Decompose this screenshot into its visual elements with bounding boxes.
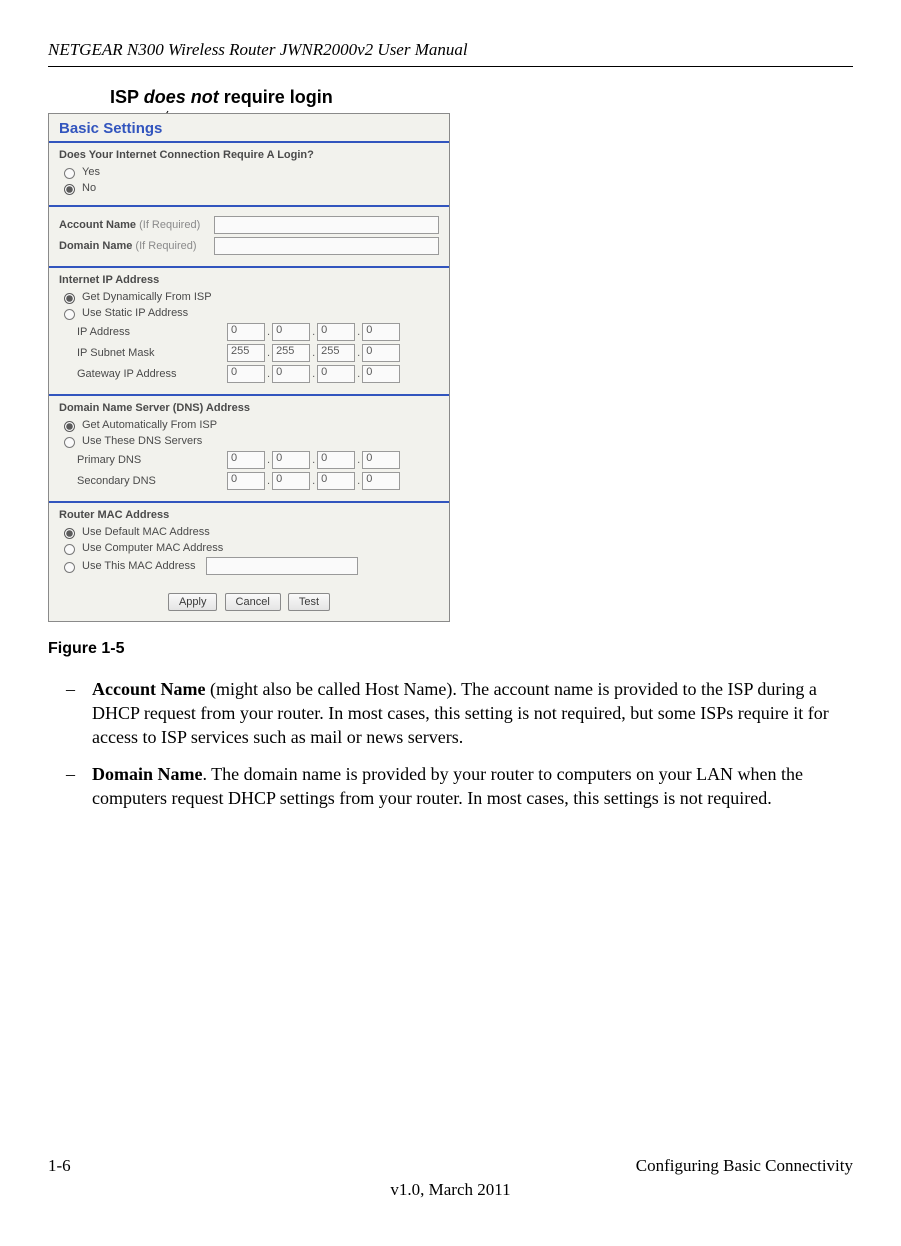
dns-secondary-row: Secondary DNS 0. 0. 0. 0 xyxy=(77,472,439,490)
dns-p-oct1[interactable]: 0 xyxy=(227,451,265,469)
running-header: NETGEAR N300 Wireless Router JWNR2000v2 … xyxy=(48,40,853,67)
radio-mac-computer-row[interactable]: Use Computer MAC Address xyxy=(59,541,439,555)
ip-address-label: IP Address xyxy=(77,326,227,338)
radio-ip-static-row[interactable]: Use Static IP Address xyxy=(59,306,439,320)
radio-ip-static-label: Use Static IP Address xyxy=(82,307,188,319)
account-name-input[interactable] xyxy=(214,216,439,234)
dns-s-oct3[interactable]: 0 xyxy=(317,472,355,490)
ip-mask-oct2[interactable]: 255 xyxy=(272,344,310,362)
radio-mac-this-label: Use This MAC Address xyxy=(82,560,196,572)
radio-dns-manual[interactable] xyxy=(64,437,75,448)
radio-mac-default-row[interactable]: Use Default MAC Address xyxy=(59,525,439,539)
dns-s-oct1[interactable]: 0 xyxy=(227,472,265,490)
section-account: Account Name (If Required) Domain Name (… xyxy=(49,207,449,268)
radio-yes[interactable] xyxy=(64,168,75,179)
mac-heading: Router MAC Address xyxy=(59,509,439,521)
radio-mac-default-label: Use Default MAC Address xyxy=(82,526,210,538)
panel-title: Basic Settings xyxy=(49,114,449,143)
ip-mask-oct1[interactable]: 255 xyxy=(227,344,265,362)
ip-gw-label: Gateway IP Address xyxy=(77,368,227,380)
section-login-required: Does Your Internet Connection Require A … xyxy=(49,143,449,207)
radio-mac-this-row[interactable]: Use This MAC Address xyxy=(59,557,439,575)
dns-secondary-label: Secondary DNS xyxy=(77,475,227,487)
radio-mac-default[interactable] xyxy=(64,528,75,539)
account-name-label: Account Name (If Required) xyxy=(59,219,214,231)
dns-p-oct4[interactable]: 0 xyxy=(362,451,400,469)
mac-address-input[interactable] xyxy=(206,557,358,575)
chapter-title: Configuring Basic Connectivity xyxy=(636,1156,853,1176)
radio-no[interactable] xyxy=(64,184,75,195)
radio-no-label: No xyxy=(82,182,96,194)
dns-p-oct2[interactable]: 0 xyxy=(272,451,310,469)
figure-1-5-area: ISP does not require login Basic Setting… xyxy=(48,95,853,622)
ip-addr-oct4[interactable]: 0 xyxy=(362,323,400,341)
list-item-account-name: – Account Name (might also be called Hos… xyxy=(66,678,853,749)
callout-text-pre: ISP xyxy=(110,87,144,107)
body-text: – Account Name (might also be called Hos… xyxy=(48,672,853,825)
router-settings-screenshot: Basic Settings Does Your Internet Connec… xyxy=(48,113,450,622)
radio-dns-auto-row[interactable]: Get Automatically From ISP xyxy=(59,418,439,432)
dash-bullet: – xyxy=(66,763,92,811)
dns-p-oct3[interactable]: 0 xyxy=(317,451,355,469)
ip-mask-oct3[interactable]: 255 xyxy=(317,344,355,362)
domain-name-input[interactable] xyxy=(214,237,439,255)
account-name-term: Account Name xyxy=(92,679,205,699)
callout-text-em: does not xyxy=(144,87,219,107)
dns-s-oct2[interactable]: 0 xyxy=(272,472,310,490)
doc-version: v1.0, March 2011 xyxy=(48,1180,853,1200)
apply-button[interactable]: Apply xyxy=(168,593,218,611)
ip-gw-oct4[interactable]: 0 xyxy=(362,365,400,383)
ip-gw-oct1[interactable]: 0 xyxy=(227,365,265,383)
button-row: Apply Cancel Test xyxy=(49,585,449,621)
radio-no-row[interactable]: No xyxy=(59,181,439,195)
ip-addr-oct1[interactable]: 0 xyxy=(227,323,265,341)
radio-mac-computer-label: Use Computer MAC Address xyxy=(82,542,223,554)
ip-addr-oct3[interactable]: 0 xyxy=(317,323,355,341)
dns-heading: Domain Name Server (DNS) Address xyxy=(59,402,439,414)
callout-isp-no-login: ISP does not require login xyxy=(110,87,333,108)
radio-mac-this[interactable] xyxy=(64,562,75,573)
ip-mask-oct4[interactable]: 0 xyxy=(362,344,400,362)
internet-ip-heading: Internet IP Address xyxy=(59,274,439,286)
dns-primary-label: Primary DNS xyxy=(77,454,227,466)
ip-gw-row: Gateway IP Address 0. 0. 0. 0 xyxy=(77,365,439,383)
radio-dns-auto-label: Get Automatically From ISP xyxy=(82,419,217,431)
ip-address-row: IP Address 0. 0. 0. 0 xyxy=(77,323,439,341)
dns-s-oct4[interactable]: 0 xyxy=(362,472,400,490)
list-item-domain-name: – Domain Name. The domain name is provid… xyxy=(66,763,853,811)
ip-gw-oct3[interactable]: 0 xyxy=(317,365,355,383)
ip-mask-label: IP Subnet Mask xyxy=(77,347,227,359)
dns-primary-row: Primary DNS 0. 0. 0. 0 xyxy=(77,451,439,469)
radio-dns-manual-row[interactable]: Use These DNS Servers xyxy=(59,434,439,448)
callout-text-post: require login xyxy=(219,87,333,107)
radio-yes-row[interactable]: Yes xyxy=(59,165,439,179)
radio-dns-manual-label: Use These DNS Servers xyxy=(82,435,202,447)
page-footer: 1-6 Configuring Basic Connectivity xyxy=(48,1156,853,1176)
radio-ip-dynamic-row[interactable]: Get Dynamically From ISP xyxy=(59,290,439,304)
ip-addr-oct2[interactable]: 0 xyxy=(272,323,310,341)
cancel-button[interactable]: Cancel xyxy=(225,593,281,611)
dash-bullet: – xyxy=(66,678,92,749)
figure-caption: Figure 1-5 xyxy=(48,640,853,658)
section-mac: Router MAC Address Use Default MAC Addre… xyxy=(49,503,449,585)
test-button[interactable]: Test xyxy=(288,593,330,611)
radio-ip-static[interactable] xyxy=(64,309,75,320)
page-number: 1-6 xyxy=(48,1156,71,1176)
domain-name-term: Domain Name xyxy=(92,764,203,784)
radio-mac-computer[interactable] xyxy=(64,544,75,555)
radio-yes-label: Yes xyxy=(82,166,100,178)
login-question: Does Your Internet Connection Require A … xyxy=(59,149,439,161)
radio-dns-auto[interactable] xyxy=(64,421,75,432)
ip-mask-row: IP Subnet Mask 255. 255. 255. 0 xyxy=(77,344,439,362)
ip-gw-oct2[interactable]: 0 xyxy=(272,365,310,383)
radio-ip-dynamic[interactable] xyxy=(64,293,75,304)
section-dns: Domain Name Server (DNS) Address Get Aut… xyxy=(49,396,449,503)
domain-name-label: Domain Name (If Required) xyxy=(59,240,214,252)
radio-ip-dynamic-label: Get Dynamically From ISP xyxy=(82,291,212,303)
section-internet-ip: Internet IP Address Get Dynamically From… xyxy=(49,268,449,396)
